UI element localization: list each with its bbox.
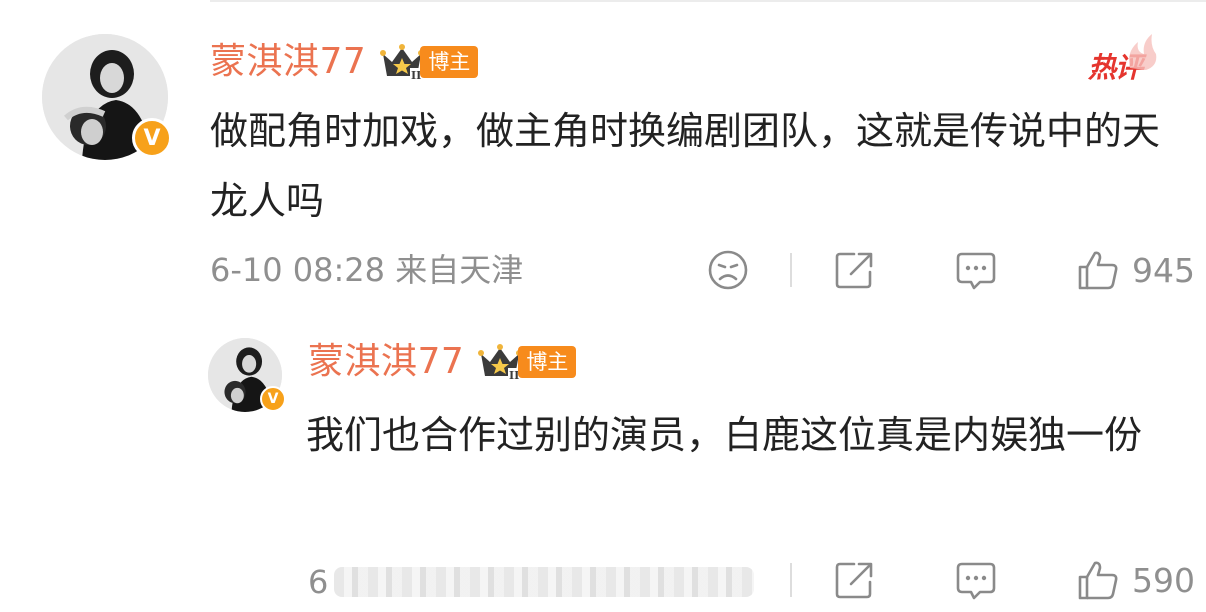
hot-comment-badge: 热评 [1088, 34, 1160, 84]
comment-icon[interactable] [954, 248, 998, 292]
reply-actions: 590 [706, 558, 1195, 602]
share-icon[interactable] [832, 248, 876, 292]
role-badge: 博主 [420, 46, 479, 78]
share-icon[interactable] [832, 558, 876, 602]
comment-time-location: 6-10 08:28 来自天津 [210, 251, 524, 289]
crown-level-icon: II [478, 344, 523, 382]
obscured-time-location [334, 567, 755, 597]
crown-level-icon: II [380, 44, 425, 82]
verified-v-icon: V [132, 118, 172, 158]
comment-actions: 945 [706, 248, 1195, 292]
like-count: 945 [1132, 250, 1195, 290]
comment-header: 蒙淇淇77 II 博主 [210, 42, 479, 82]
reply-text: 我们也合作过别的演员，白鹿这位真是内娱独一份 [306, 413, 1143, 457]
reply-header: 蒙淇淇77 II 博主 [308, 342, 577, 382]
dislike-face-icon[interactable] [706, 248, 750, 292]
username[interactable]: 蒙淇淇77 [210, 44, 366, 80]
action-divider [790, 253, 792, 287]
reply-meta: 6 [308, 560, 756, 604]
like-thumb-icon[interactable] [1076, 248, 1120, 292]
reply-username[interactable]: 蒙淇淇77 [308, 344, 464, 380]
role-badge: 博主 [518, 346, 577, 378]
comment-icon[interactable] [954, 558, 998, 602]
avatar[interactable]: V [42, 34, 172, 160]
like-thumb-icon[interactable] [1076, 558, 1120, 602]
reply-avatar[interactable]: V [208, 338, 286, 412]
flame-icon [1129, 34, 1157, 70]
reply-time: 6 [308, 563, 329, 601]
verified-v-icon: V [260, 386, 286, 412]
action-divider [790, 563, 792, 597]
like-count: 590 [1132, 560, 1195, 600]
comment-text: 做配角时加戏，做主角时换编剧团队，这就是传说中的天龙人吗 [210, 109, 1161, 223]
top-divider [210, 0, 1206, 2]
